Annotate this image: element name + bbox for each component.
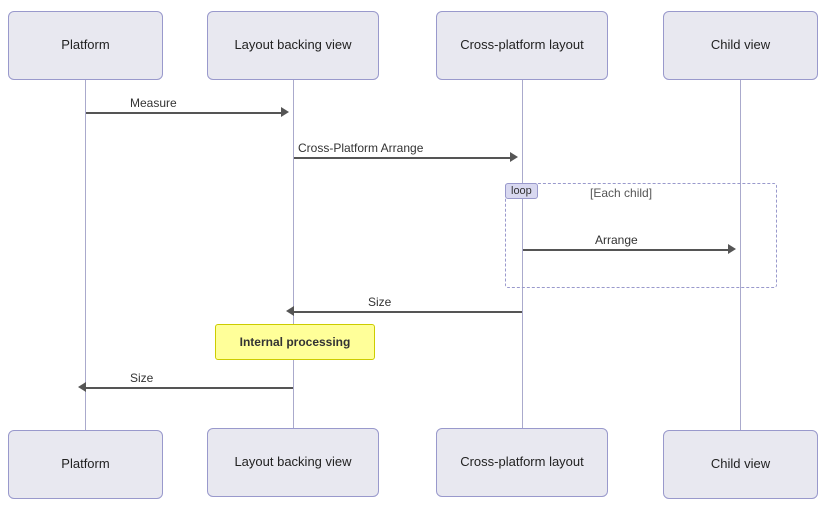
loop-each-label: [Each child] xyxy=(590,186,652,200)
arrange-line xyxy=(523,249,732,251)
cross-platform-arrange-arrowhead xyxy=(510,152,518,162)
actor-layout-backing-bottom-label: Layout backing view xyxy=(234,454,351,471)
arrange-label: Arrange xyxy=(595,233,638,247)
actor-cross-platform-top-label: Cross-platform layout xyxy=(460,37,584,54)
actor-platform-top: Platform xyxy=(8,11,163,80)
loop-label: loop xyxy=(505,183,538,199)
actor-child-view-top: Child view xyxy=(663,11,818,80)
measure-arrowhead xyxy=(281,107,289,117)
internal-processing-label: Internal processing xyxy=(240,335,351,349)
actor-child-view-bottom-label: Child view xyxy=(711,456,770,473)
measure-line xyxy=(86,112,285,114)
size-from-cross-arrowhead xyxy=(286,306,294,316)
size-from-layout-line xyxy=(86,387,293,389)
cross-platform-arrange-line xyxy=(294,157,514,159)
actor-layout-backing-top: Layout backing view xyxy=(207,11,379,80)
actor-cross-platform-top: Cross-platform layout xyxy=(436,11,608,80)
actor-layout-backing-bottom: Layout backing view xyxy=(207,428,379,497)
size-from-cross-label: Size xyxy=(368,295,391,309)
actor-platform-bottom-label: Platform xyxy=(61,456,109,473)
cross-platform-arrange-label: Cross-Platform Arrange xyxy=(298,141,423,155)
actor-layout-backing-top-label: Layout backing view xyxy=(234,37,351,54)
actor-cross-platform-bottom-label: Cross-platform layout xyxy=(460,454,584,471)
size-from-layout-label: Size xyxy=(130,371,153,385)
actor-child-view-top-label: Child view xyxy=(711,37,770,54)
arrange-arrowhead xyxy=(728,244,736,254)
actor-child-view-bottom: Child view xyxy=(663,430,818,499)
actor-cross-platform-bottom: Cross-platform layout xyxy=(436,428,608,497)
lifeline-layout-backing xyxy=(293,80,294,430)
size-from-layout-arrowhead xyxy=(78,382,86,392)
actor-platform-top-label: Platform xyxy=(61,37,109,54)
measure-label: Measure xyxy=(130,96,177,110)
lifeline-platform xyxy=(85,80,86,430)
internal-processing-box: Internal processing xyxy=(215,324,375,360)
size-from-cross-line xyxy=(294,311,522,313)
actor-platform-bottom: Platform xyxy=(8,430,163,499)
sequence-diagram: Platform Layout backing view Cross-platf… xyxy=(0,0,834,511)
